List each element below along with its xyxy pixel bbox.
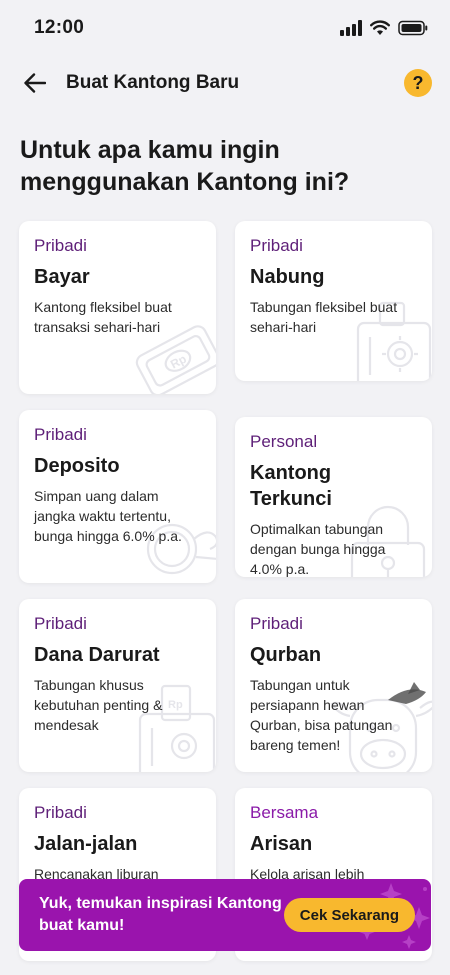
- card-description: Tabungan untuk persiapann hewan Qurban, …: [250, 677, 393, 753]
- card-title: Bayar: [34, 266, 90, 288]
- card-description: Rencanakan liburan: [34, 866, 159, 882]
- card-title: Arisan: [250, 833, 313, 855]
- card-title: Deposito: [34, 455, 120, 477]
- card-type: Personal: [250, 432, 318, 451]
- card-type: Pribadi: [250, 614, 303, 633]
- card-title: Kantong Terkunci: [250, 462, 332, 510]
- status-time: 12:00: [34, 17, 85, 38]
- page-title: Buat Kantong Baru: [66, 72, 240, 93]
- status-icons: [340, 20, 428, 36]
- signal-icon: [340, 20, 362, 36]
- card-title: Qurban: [250, 644, 322, 666]
- card-kantong-terkunci[interactable]: Personal Kantong Terkunci Optimalkan tab…: [235, 417, 432, 577]
- card-nabung[interactable]: Pribadi Nabung Tabungan fleksibel buat s…: [235, 221, 432, 381]
- card-title: Jalan-jalan: [34, 833, 138, 855]
- card-description: Kantong fleksibel buat transaksi sehari-…: [34, 299, 172, 335]
- card-deposito[interactable]: Pribadi Deposito Simpan uang dalam jangk…: [19, 410, 216, 583]
- card-type: Pribadi: [34, 803, 87, 822]
- help-button[interactable]: ?: [404, 69, 432, 97]
- banner-text: Yuk, temukan inspirasi Kantong buat kamu…: [39, 895, 282, 934]
- card-type: Pribadi: [34, 236, 87, 255]
- header: Buat Kantong Baru ?: [0, 56, 450, 110]
- wifi-icon: [370, 20, 390, 35]
- card-qurban[interactable]: Pribadi Qurban Tabungan untuk persiapann…: [235, 599, 432, 772]
- card-type: Bersama: [250, 803, 319, 822]
- back-arrow-icon: [24, 73, 46, 93]
- card-description: Tabungan fleksibel buat sehari-hari: [250, 299, 398, 335]
- card-description: Optimalkan tabungan dengan bunga hingga …: [250, 521, 386, 577]
- status-bar: 12:00: [0, 0, 450, 56]
- card-type: Pribadi: [34, 614, 87, 633]
- card-title: Dana Darurat: [34, 644, 160, 666]
- battery-icon: [398, 20, 428, 36]
- card-description: Kelola arisan lebih: [250, 866, 365, 882]
- cek-sekarang-button[interactable]: Cek Sekarang: [283, 898, 415, 932]
- card-title: Nabung: [250, 266, 325, 288]
- inspiration-banner: Yuk, temukan inspirasi Kantong buat kamu…: [19, 879, 431, 951]
- question-heading: Untuk apa kamu ingin menggunakan Kantong…: [20, 136, 350, 196]
- card-description: Simpan uang dalam jangka waktu tertentu,…: [34, 488, 182, 544]
- card-type: Pribadi: [250, 236, 303, 255]
- card-dana-darurat[interactable]: Pribadi Dana Darurat Tabungan khusus keb…: [19, 599, 216, 772]
- card-bayar[interactable]: Pribadi Bayar Kantong fleksibel buat tra…: [19, 221, 216, 394]
- card-description: Tabungan khusus kebutuhan penting & mend…: [34, 677, 163, 733]
- back-button[interactable]: [20, 68, 50, 98]
- card-type: Pribadi: [34, 425, 87, 444]
- help-icon: ?: [412, 72, 424, 93]
